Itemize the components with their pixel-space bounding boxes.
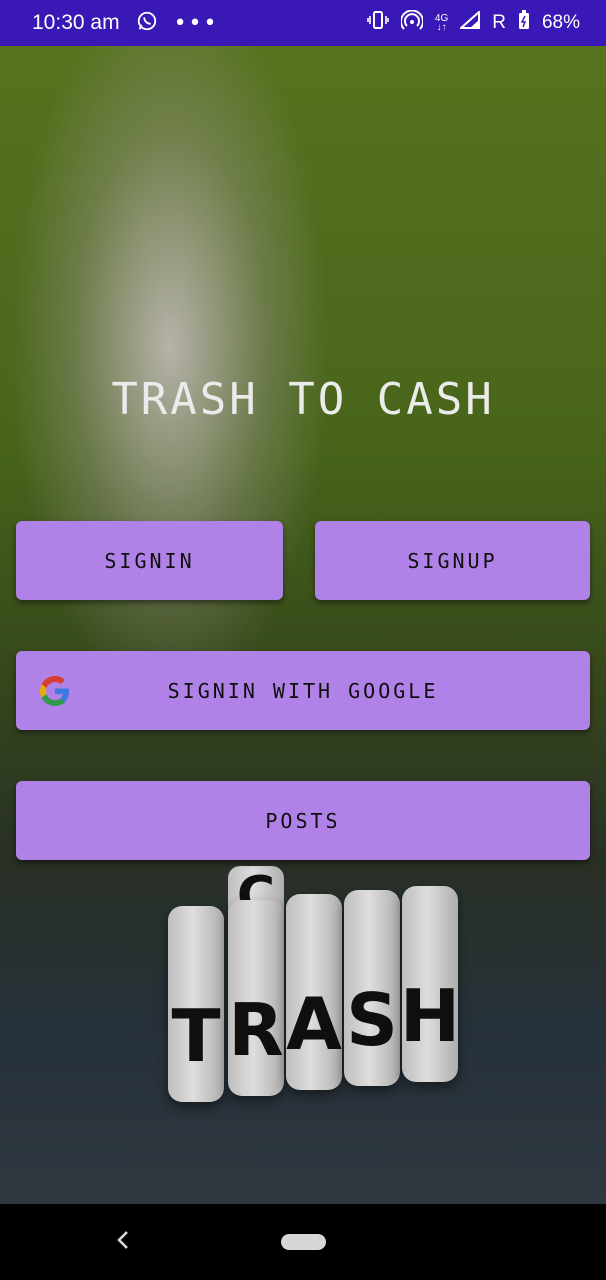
dice-letter: T [168,906,224,1102]
dice-letter: H [400,886,460,1082]
battery-icon [518,10,530,36]
dice-letter-c: C [228,866,284,926]
app-title: TRASH TO CASH [111,374,495,425]
google-signin-button[interactable]: SIGNIN WITH GOOGLE [16,651,590,730]
battery-percent: 68% [541,12,580,33]
network-type: 4G ↓↑ [434,13,449,33]
back-icon[interactable] [116,1228,130,1256]
navigation-bar [0,1204,606,1280]
signup-button[interactable]: SIGNUP [315,521,590,600]
posts-button-label: POSTS [265,808,341,833]
status-bar: 10:30 am ••• 4G ↓↑ R 68% [0,0,606,46]
vibrate-icon [367,10,389,36]
signup-button-label: SIGNUP [407,548,498,573]
google-icon [40,676,70,706]
signin-button[interactable]: SIGNIN [16,521,283,600]
hotspot-icon [399,9,424,36]
network-type-label: 4G [434,13,449,24]
dice-letter: R [228,900,284,1096]
home-pill-icon[interactable] [281,1234,326,1250]
app-screen: C T R A S H TRASH TO CASH SIGNIN SIGNUP … [0,46,606,1204]
google-signin-label: SIGNIN WITH GOOGLE [167,678,439,703]
signal-icon [458,9,481,35]
whatsapp-icon [136,10,158,36]
dice-letter: A [286,894,342,1090]
posts-button[interactable]: POSTS [16,781,590,860]
background-dice-image: C T R A S H [168,866,460,1102]
dice-letter: S [344,890,400,1086]
more-notifications-icon: ••• [173,10,219,36]
status-time: 10:30 am [32,11,120,34]
roaming-indicator: R [492,12,506,33]
signin-button-label: SIGNIN [104,548,195,573]
